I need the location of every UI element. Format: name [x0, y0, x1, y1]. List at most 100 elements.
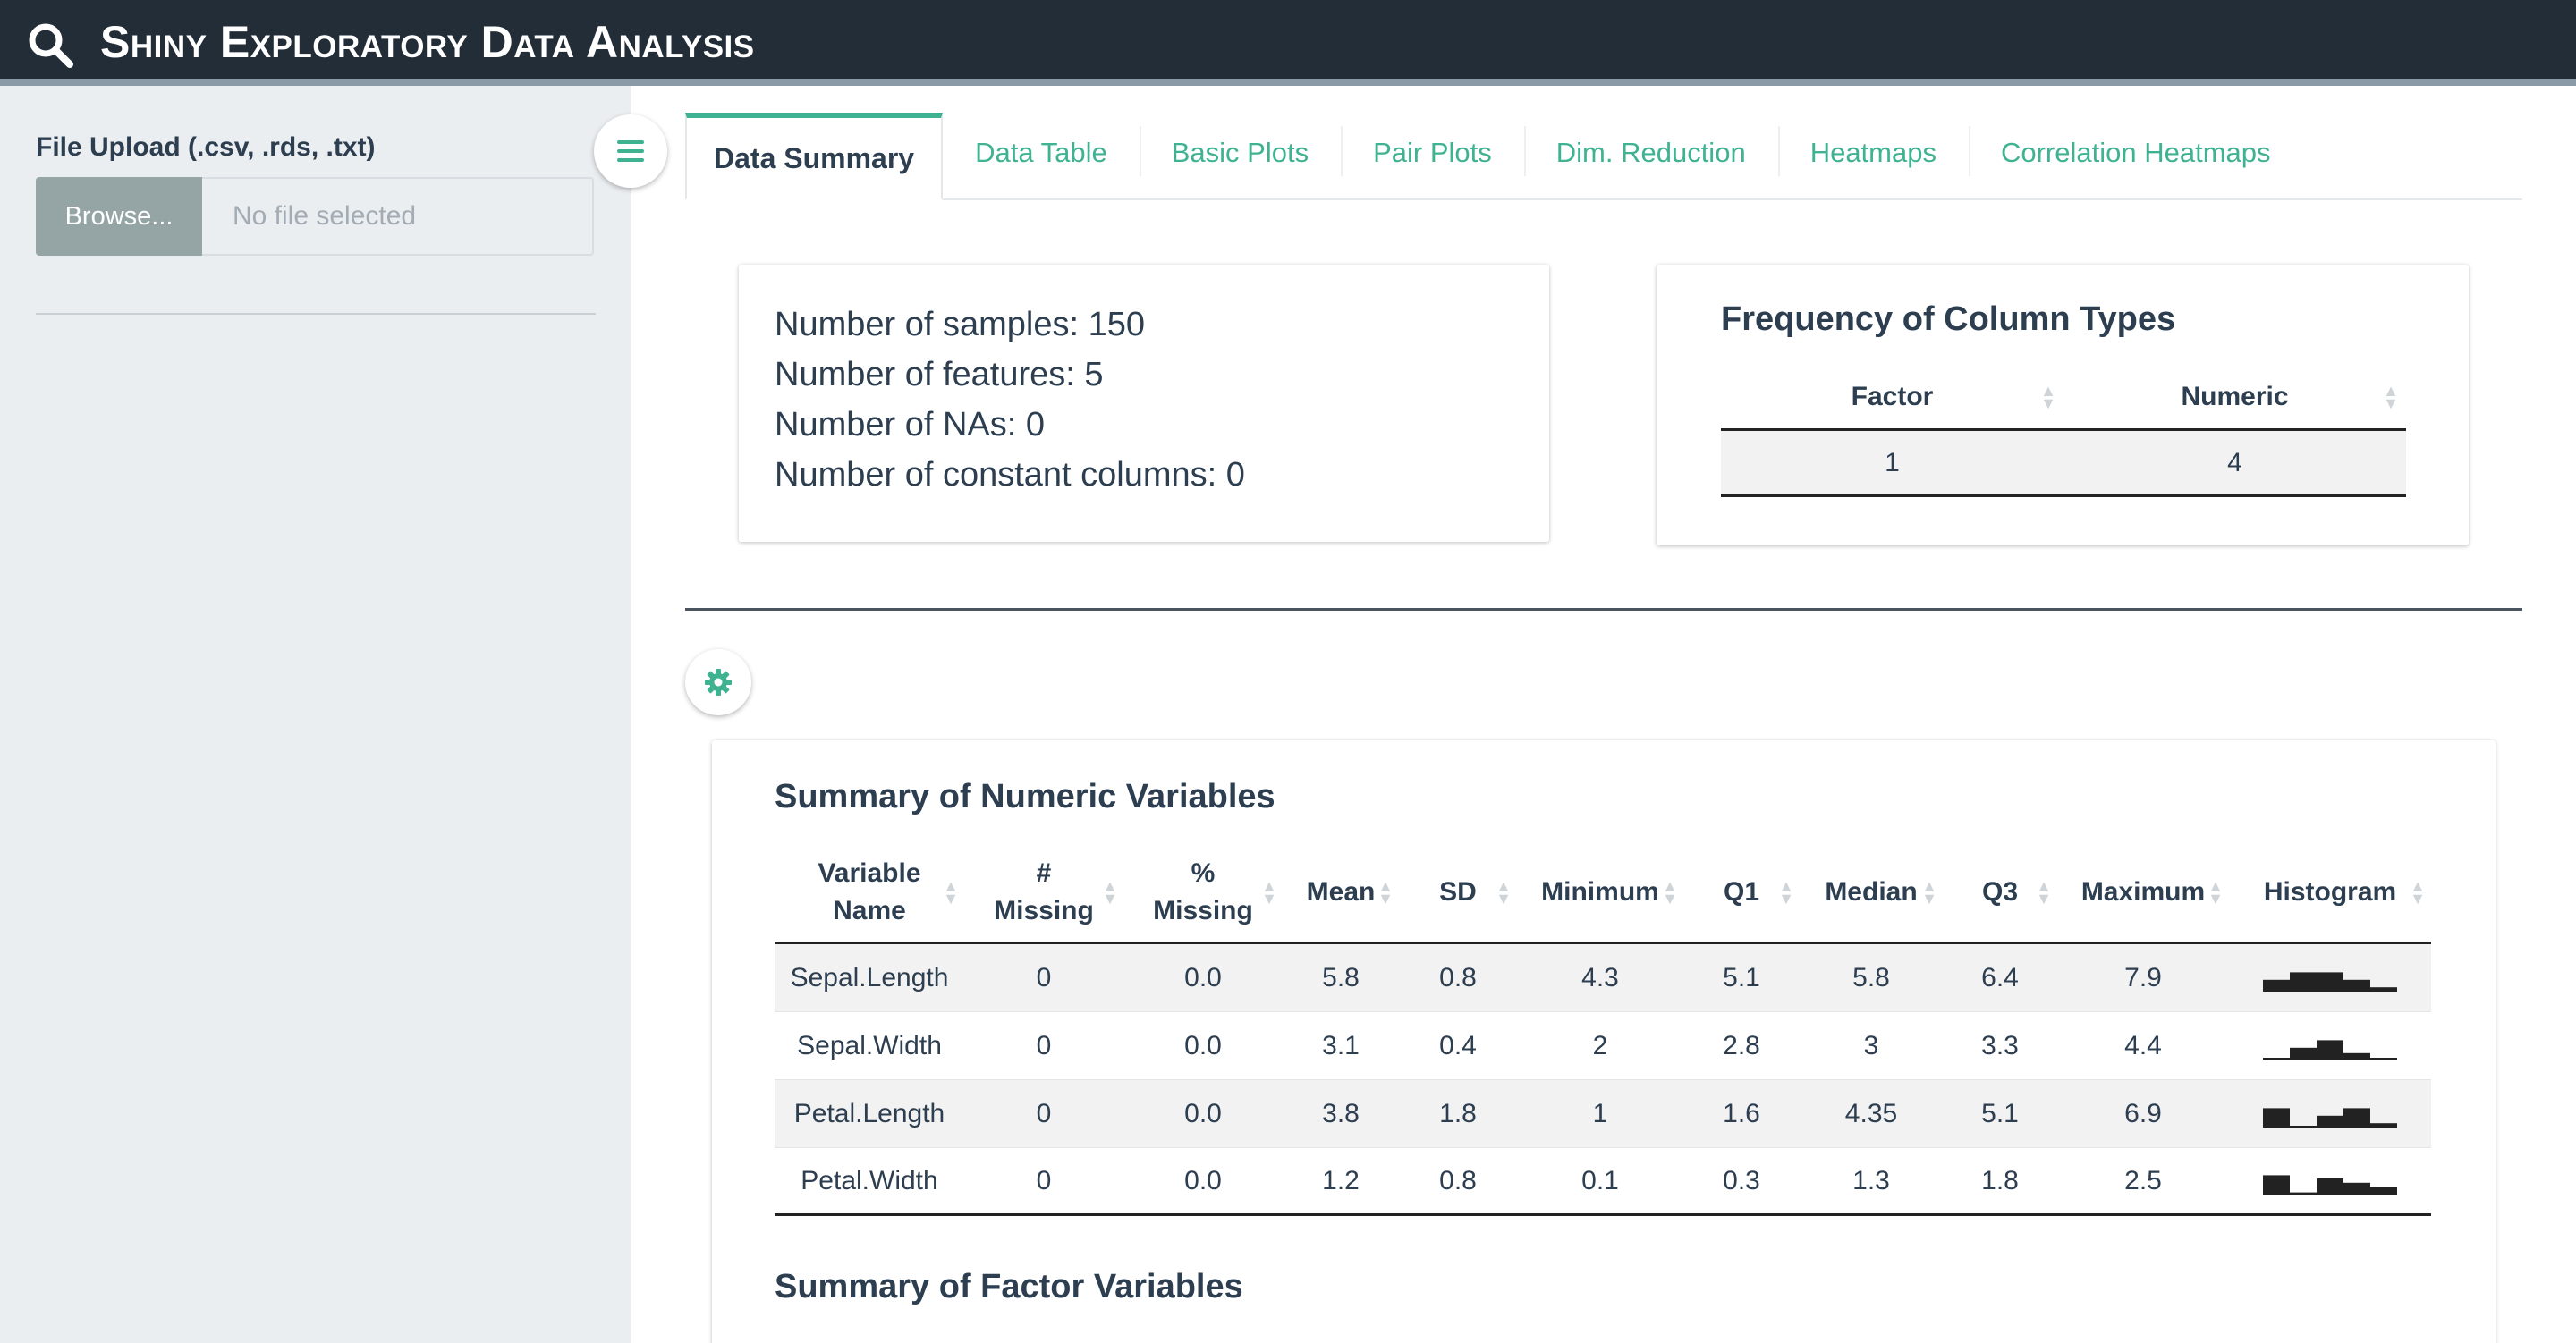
column-header-line: SD: [1439, 876, 1477, 907]
column-header[interactable]: Q3 ▲ ▼: [1943, 842, 2057, 942]
histogram-sparkline: [2263, 1107, 2397, 1128]
column-header-label: Q1: [1724, 874, 1759, 911]
sidebar-toggle-button[interactable]: [594, 114, 667, 188]
table-cell: 0.0: [1184, 1165, 1222, 1195]
column-header[interactable]: Median ▲ ▼: [1800, 842, 1943, 942]
histogram-bar: [2317, 1178, 2343, 1195]
table-cell: 1.8: [1981, 1165, 2019, 1195]
histogram-bar: [2343, 1107, 2370, 1128]
table-cell: 1.2: [1322, 1165, 1360, 1195]
histogram-bar: [2370, 1122, 2397, 1128]
column-header-label: Median: [1825, 874, 1917, 911]
summary-card: Summary of Numeric Variables Variable Nam…: [712, 740, 2496, 1343]
top-navbar: Shiny Exploratory Data Analysis: [0, 0, 2576, 86]
table-cell: 1.3: [1852, 1165, 1890, 1195]
table-cell: 0.8: [1439, 1165, 1477, 1195]
table-cell: 0: [1036, 1030, 1052, 1060]
numeric-summary-table: Variable Name ▲ ▼ # Missing ▲ ▼% Missing ▲ ▼ Mean ▲ ▼…: [775, 842, 2431, 1216]
table-cell: 0: [1036, 1098, 1052, 1128]
table-row: 1 4: [1721, 431, 2406, 497]
table-cell: 0.8: [1439, 962, 1477, 992]
sidebar-divider: [36, 313, 596, 315]
histogram-bar: [2290, 1192, 2317, 1195]
numeric-summary-title: Summary of Numeric Variables: [775, 778, 1275, 815]
column-header-line: Variable: [818, 857, 921, 888]
tab-data-summary[interactable]: Data Summary: [685, 113, 944, 200]
search-icon: [29, 23, 73, 68]
table-cell: 3.3: [1981, 1030, 2019, 1060]
column-header[interactable]: # Missing ▲ ▼: [964, 842, 1123, 942]
table-cell: 5.8: [1852, 962, 1890, 992]
main-tabs: Data Summary Data Table Basic Plots Pair…: [685, 111, 2522, 200]
column-header-label: Q3: [1982, 874, 2018, 911]
column-header[interactable]: Variable Name ▲ ▼: [775, 842, 964, 942]
table-header: Factor ▲ ▼ Numeric ▲ ▼: [1721, 365, 2406, 431]
variable-name-cell: Petal.Width: [801, 1165, 938, 1195]
column-header-line: Maximum: [2080, 876, 2206, 907]
histogram-bar: [2370, 1057, 2397, 1060]
sort-arrows-icon: ▲ ▼: [943, 876, 959, 908]
column-header[interactable]: Minimum ▲ ▼: [1517, 842, 1683, 942]
column-header[interactable]: Numeric ▲ ▼: [2063, 365, 2406, 428]
hamburger-icon: [617, 140, 644, 162]
table-cell: 1: [1885, 447, 1900, 477]
histogram-cell: [2229, 1148, 2431, 1213]
histogram-bar: [2290, 971, 2317, 992]
histogram-cell: [2229, 944, 2431, 1011]
table-cell: 3: [1863, 1030, 1879, 1060]
variable-name-cell: Sepal.Width: [797, 1030, 942, 1060]
tab-heatmaps[interactable]: Heatmaps: [1780, 111, 1967, 195]
column-header-label: Histogram: [2264, 874, 2396, 911]
file-upload-control: Browse... No file selected: [36, 177, 594, 256]
column-header-label: % Missing: [1153, 855, 1253, 930]
histogram-bar: [2370, 1187, 2397, 1195]
column-header-label: # Missing: [994, 855, 1094, 930]
table-row: Petal.Length 0 0.0 3.8 1.8 1 1.6 4.35 5.1 6.9: [775, 1080, 2431, 1148]
table-cell: 3.1: [1322, 1030, 1360, 1060]
table-cell: 2.8: [1723, 1030, 1760, 1060]
column-header[interactable]: Q1 ▲ ▼: [1683, 842, 1800, 942]
column-header[interactable]: Histogram ▲ ▼: [2229, 842, 2431, 942]
stat-nas: Number of NAs: 0: [775, 406, 1045, 443]
column-header[interactable]: Factor ▲ ▼: [1721, 365, 2063, 428]
tab-correlation-heatmaps[interactable]: Correlation Heatmaps: [1970, 111, 2301, 195]
sort-arrows-icon: ▲ ▼: [1261, 876, 1277, 908]
column-header-line: %: [1191, 857, 1216, 888]
table-cell: 0.1: [1581, 1165, 1619, 1195]
tab-dim-reduction[interactable]: Dim. Reduction: [1526, 111, 1776, 195]
browse-button[interactable]: Browse...: [36, 177, 202, 256]
column-header-line: Q3: [1981, 876, 2019, 907]
column-header[interactable]: % Missing ▲ ▼: [1123, 842, 1283, 942]
column-header-line: Q1: [1723, 876, 1760, 907]
column-header-line: #: [1036, 857, 1052, 888]
sort-arrows-icon: ▲ ▼: [1662, 876, 1678, 908]
table-cell: 0.0: [1184, 1030, 1222, 1060]
app-title: Shiny Exploratory Data Analysis: [100, 17, 755, 67]
column-header-label: Factor: [1851, 381, 1934, 411]
histogram-bar: [2263, 1174, 2290, 1195]
dataset-stats-card: Number of samples: 150 Number of feature…: [739, 265, 1549, 542]
table-cell: 0.4: [1439, 1030, 1477, 1060]
tab-basic-plots[interactable]: Basic Plots: [1141, 111, 1339, 195]
table-cell: 0.0: [1184, 1098, 1222, 1128]
table-cell: 4.4: [2124, 1030, 2162, 1060]
histogram-bar: [2317, 971, 2343, 992]
table-cell: 0.0: [1184, 962, 1222, 992]
table-header: Variable Name ▲ ▼ # Missing ▲ ▼% Missing ▲ ▼ Mean ▲ ▼…: [775, 842, 2431, 944]
settings-button[interactable]: [685, 649, 751, 715]
tab-data-table[interactable]: Data Table: [945, 111, 1138, 195]
sort-arrows-icon: ▲ ▼: [1778, 876, 1794, 908]
table-cell: 1.8: [1439, 1098, 1477, 1128]
column-header[interactable]: Maximum ▲ ▼: [2057, 842, 2229, 942]
table-cell: 6.9: [2124, 1098, 2162, 1128]
table-body: Sepal.Length 0 0.0 5.8 0.8 4.3 5.1 5.8 6.4 7.9 Sep…: [775, 944, 2431, 1216]
table-cell: 5.1: [1981, 1098, 2019, 1128]
table-cell: 1: [1592, 1098, 1608, 1128]
column-header-label: Maximum: [2081, 874, 2205, 911]
tab-pair-plots[interactable]: Pair Plots: [1343, 111, 1522, 195]
sort-arrows-icon: ▲ ▼: [1377, 876, 1394, 908]
column-header[interactable]: SD ▲ ▼: [1399, 842, 1517, 942]
file-name-field[interactable]: No file selected: [202, 177, 594, 256]
column-header[interactable]: Mean ▲ ▼: [1283, 842, 1399, 942]
column-header-label: Numeric: [2181, 381, 2289, 411]
